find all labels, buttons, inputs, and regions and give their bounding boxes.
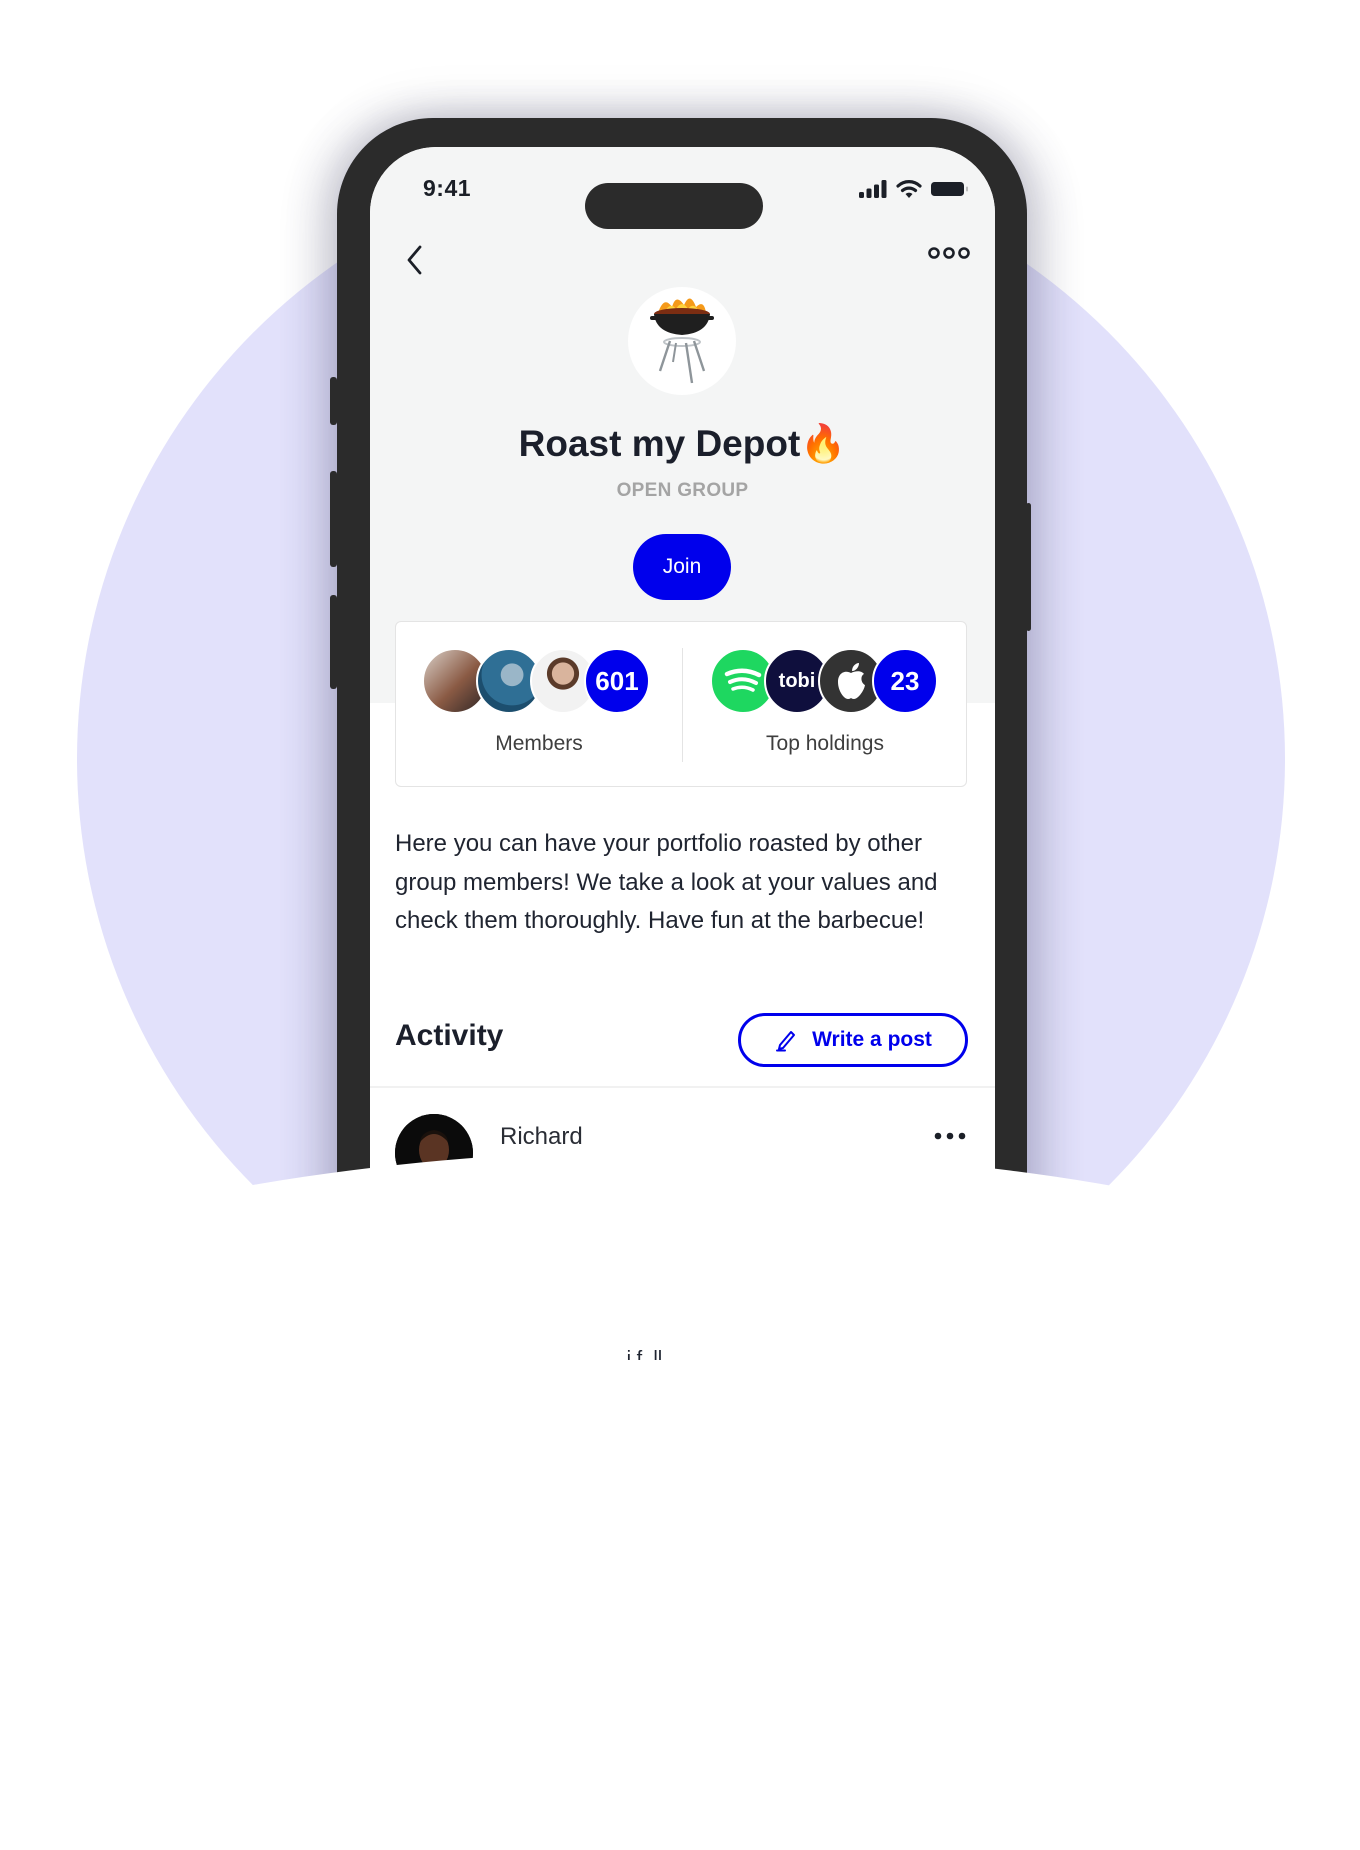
side-button-volume-down [330,595,337,689]
post-truncated-line: ...i f..ll.. [610,1348,674,1360]
holdings-count-badge: 23 [872,648,938,714]
members-count-badge: 601 [584,648,650,714]
apple-glyph-icon [838,663,865,699]
group-type-label: OPEN GROUP [616,480,749,501]
post-author-name[interactable]: Richard [500,1123,583,1151]
group-stats-card: 601 Members tobi 23 Top holdings [395,621,967,787]
side-button-power [1026,503,1031,631]
barbecue-grill-icon [650,298,714,384]
battery-icon [931,182,968,196]
group-avatar [628,287,736,395]
holdings-logo-stack: tobi 23 [710,648,950,714]
chevron-left-icon[interactable] [400,242,430,278]
write-post-button[interactable]: Write a post [738,1013,968,1067]
members-label: Members [495,732,583,755]
write-post-label: Write a post [812,1028,932,1051]
activity-separator [370,1086,995,1088]
member-avatar-stack: 601 [422,648,652,714]
post-more-icon[interactable] [933,1131,967,1141]
group-title: Roast my Depot🔥 [370,423,995,466]
cellular-signal-icon [859,180,887,198]
dynamic-island [585,183,763,229]
side-button-volume-up [330,471,337,567]
join-button[interactable]: Join [633,534,731,600]
activity-heading: Activity [395,1019,504,1052]
status-time: 9:41 [423,175,472,201]
group-description: Here you can have your portfolio roasted… [395,830,938,934]
status-icons [858,179,970,199]
bottom-fade-overlay [0,1150,1360,1850]
spotify-waves-icon [724,668,762,692]
tobi-logo-text: tobi [778,669,816,692]
pencil-icon [776,1031,796,1052]
fire-emoji-icon: 🔥 [800,423,847,464]
wifi-icon [896,180,922,198]
group-title-text: Roast my Depot [518,423,801,464]
top-holdings-label: Top holdings [766,732,884,755]
more-horizontal-icon[interactable] [927,245,971,261]
side-button-mute [330,377,337,425]
